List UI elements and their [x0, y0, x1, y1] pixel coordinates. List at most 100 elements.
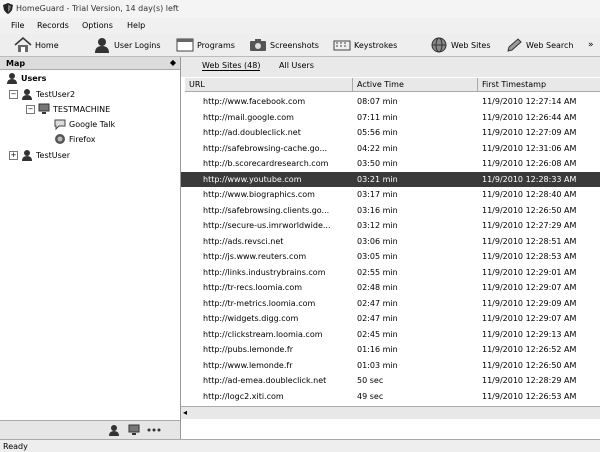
map-panel-title: Map	[6, 59, 26, 68]
home-label: Home	[35, 40, 59, 50]
table-row[interactable]: http://www.lemonde.fr 01:03 min 11/9/2010 …	[181, 358, 600, 373]
user-logins-button[interactable]: User Logins	[93, 36, 161, 54]
cell-active-time: 03:21 min	[357, 174, 398, 184]
cell-first-timestamp: 11/9/2010 12:26:08 AM	[482, 159, 577, 168]
scroll-left-icon[interactable]: ◂	[183, 408, 187, 417]
menu-bar: File Records Options Help	[0, 18, 600, 34]
computer-icon[interactable]	[128, 424, 140, 436]
table-row[interactable]: http://mail.google.com 07:11 min 11/9/2010…	[181, 110, 600, 125]
keyboard-icon	[333, 40, 351, 51]
table-row[interactable]: http://tr-recs.loomia.com 02:48 min 11/9/2…	[181, 280, 600, 295]
user-icon[interactable]	[108, 424, 120, 436]
menu-file[interactable]: File	[11, 21, 24, 30]
programs-label: Programs	[197, 40, 235, 50]
cell-active-time: 02:47 min	[357, 298, 398, 308]
tree-item-users[interactable]: Users	[6, 72, 46, 84]
column-header-first-timestamp[interactable]: First Timestamp	[478, 78, 600, 92]
table-row[interactable]: http://secure-us.imrworldwide... 03:12 mi…	[181, 218, 600, 233]
table-row[interactable]: http://links.industrybrains.com 02:55 min…	[181, 265, 600, 280]
tree-item-testuser[interactable]: + TestUser	[9, 149, 70, 161]
cell-first-timestamp: 11/9/2010 12:28:51 AM	[482, 236, 577, 246]
cell-active-time: 03:06 min	[357, 236, 398, 246]
table-row[interactable]: http://widgets.digg.com 02:47 min 11/9/201…	[181, 311, 600, 326]
expand-icon[interactable]: +	[9, 150, 18, 160]
cell-active-time: 02:48 min	[357, 283, 398, 292]
cell-url: http://www.facebook.com	[203, 97, 306, 106]
cell-url: http://tr-metrics.loomia.com	[203, 298, 316, 308]
map-panel-header: Map ◆	[0, 57, 180, 70]
cell-first-timestamp: 11/9/2010 12:26:44 AM	[482, 112, 577, 122]
cell-first-timestamp: 11/9/2010 12:29:07 AM	[482, 283, 577, 292]
cell-url: http://ad-emea.doubleclick.net	[203, 376, 327, 385]
table-row[interactable]: http://ad-emea.doubleclick.net 50 sec 11/9…	[181, 373, 600, 388]
tree-item-google-talk[interactable]: Google Talk	[54, 118, 115, 130]
cell-first-timestamp: 11/9/2010 12:29:09 AM	[482, 298, 577, 308]
globe-icon	[431, 37, 447, 53]
cell-active-time: 02:45 min	[357, 329, 398, 339]
user-logins-label: User Logins	[114, 40, 161, 50]
pin-icon[interactable]: ◆	[170, 58, 176, 67]
menu-records[interactable]: Records	[37, 21, 69, 30]
computer-icon	[38, 103, 50, 114]
table-row[interactable]: http://clickstream.loomia.com 02:45 min 11…	[181, 327, 600, 342]
web-sites-button[interactable]: Web Sites	[430, 36, 491, 54]
horizontal-scrollbar[interactable]: ◂	[181, 406, 600, 419]
table-row[interactable]: http://safebrowsing.clients.go... 03:16 m…	[181, 203, 600, 218]
column-header-active-time[interactable]: Active Time	[353, 78, 478, 92]
tree-label-testmachine: TESTMACHINE	[53, 104, 111, 114]
menu-options[interactable]: Options	[82, 21, 113, 30]
title-bar: HomeGuard - Trial Version, 14 day(s) lef…	[0, 0, 600, 19]
table-row[interactable]: http://b.scorecardresearch.com 03:50 min 1…	[181, 156, 600, 171]
cell-active-time: 49 sec	[357, 391, 384, 401]
web-search-label: Web Search	[526, 40, 574, 50]
tree-label-google-talk: Google Talk	[69, 119, 116, 129]
cell-url: http://widgets.digg.com	[203, 314, 299, 323]
tree-label-testuser2: TestUser2	[36, 89, 76, 99]
cell-url: http://ad.doubleclick.net	[203, 128, 301, 137]
tree-item-testuser2[interactable]: − TestUser2	[9, 88, 75, 100]
web-search-button[interactable]: Web Search	[505, 36, 573, 54]
cell-url: http://safebrowsing-cache.go...	[203, 143, 328, 153]
table-row[interactable]: http://js.www.reuters.com 03:05 min 11/9/2…	[181, 249, 600, 264]
tab-web-sites[interactable]: Web Sites (48)	[202, 61, 261, 71]
window-icon	[176, 38, 194, 52]
cell-first-timestamp: 11/9/2010 12:27:09 AM	[482, 128, 577, 137]
keystrokes-button[interactable]: Keystrokes	[333, 36, 397, 54]
table-row[interactable]: http://www.facebook.com 08:07 min 11/9/201…	[181, 94, 600, 109]
cell-url: http://www.youtube.com	[203, 174, 302, 184]
cell-first-timestamp: 11/9/2010 12:31:06 AM	[482, 143, 577, 153]
cell-first-timestamp: 11/9/2010 12:29:13 AM	[482, 329, 577, 339]
programs-button[interactable]: Programs	[176, 36, 235, 54]
more-icon[interactable]	[147, 425, 161, 435]
tree-item-testmachine[interactable]: − TESTMACHINE	[26, 103, 110, 115]
menu-help[interactable]: Help	[127, 21, 145, 30]
table-row[interactable]: http://www.biographics.com 03:17 min 11/9/…	[181, 187, 600, 202]
cell-first-timestamp: 11/9/2010 12:26:50 AM	[482, 205, 577, 215]
toolbar: Home User Logins Programs Screenshots Ke…	[0, 34, 600, 57]
map-panel-footer	[0, 420, 180, 439]
cell-url: http://tr-recs.loomia.com	[203, 283, 303, 292]
home-icon	[14, 37, 32, 52]
screenshots-label: Screenshots	[270, 40, 319, 50]
chat-bubble-icon	[54, 119, 66, 130]
table-row[interactable]: http://www.youtube.com 03:21 min 11/9/2010…	[181, 171, 600, 187]
table-row[interactable]: http://ads.revsci.net 03:06 min 11/9/2010 …	[181, 234, 600, 249]
column-header-url[interactable]: URL	[185, 78, 353, 92]
table-row[interactable]: http://logc2.xiti.com 49 sec 11/9/2010 12:…	[181, 389, 600, 404]
collapse-icon[interactable]: −	[26, 104, 35, 114]
tree-item-firefox[interactable]: Firefox	[54, 133, 95, 145]
cell-url: http://b.scorecardresearch.com	[203, 159, 329, 168]
screenshots-button[interactable]: Screenshots	[249, 36, 319, 54]
status-text: Ready	[3, 442, 28, 451]
table-row[interactable]: http://tr-metrics.loomia.com 02:47 min 11/…	[181, 296, 600, 311]
toolbar-overflow-icon[interactable]: »	[588, 36, 594, 54]
table-row[interactable]: http://ad.doubleclick.net 05:56 min 11/9/2…	[181, 125, 600, 140]
table-row[interactable]: http://safebrowsing-cache.go... 04:22 min…	[181, 141, 600, 156]
firefox-icon	[55, 134, 65, 144]
tab-all-users[interactable]: All Users	[279, 61, 314, 70]
user-icon	[22, 89, 32, 100]
collapse-icon[interactable]: −	[9, 89, 18, 99]
home-button[interactable]: Home	[14, 36, 59, 54]
table-row[interactable]: http://pubs.lemonde.fr 01:16 min 11/9/2010…	[181, 342, 600, 357]
cell-first-timestamp: 11/9/2010 12:26:50 AM	[482, 360, 577, 370]
